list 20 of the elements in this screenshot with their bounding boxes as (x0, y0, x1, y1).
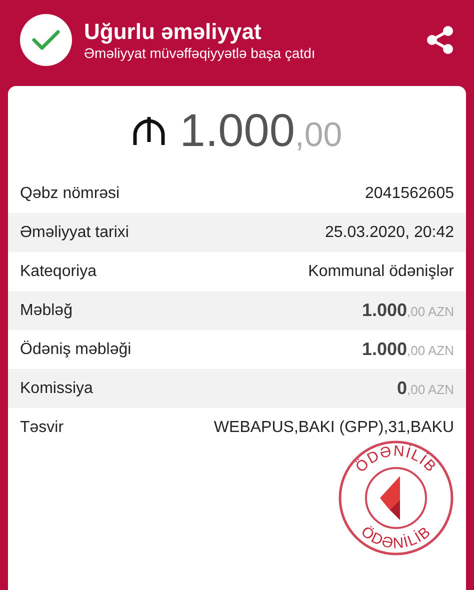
row-label: Kateqoriya (20, 262, 96, 282)
row-value: 2041562605 (365, 184, 454, 204)
row-label: Əməliyyat tarixi (20, 222, 129, 242)
row-value: Kommunal ödənişlər (308, 262, 454, 282)
row-label: Məbləğ (20, 300, 72, 320)
manat-icon (132, 115, 166, 145)
header-title: Uğurlu əməliyyat (84, 18, 262, 45)
row-label: Təsvir (20, 418, 64, 438)
header-subtitle: Əməliyyat müvəffəqiyyətlə başa çatdı (84, 45, 316, 62)
row-value: 25.03.2020, 20:42 (324, 222, 454, 242)
row-label: Qəbz nömrəsi (20, 184, 120, 204)
total-amount: 1.000,00 (180, 102, 342, 158)
row-value: WEBAPUS,BAKI (GPP),31,BAKU (214, 418, 454, 438)
amount-value: 1.000,00 AZN (362, 338, 454, 361)
success-check-icon (20, 14, 72, 66)
amount-value: 1.000,00 AZN (362, 299, 454, 322)
row-label: Ödəniş məbləği (20, 340, 132, 360)
share-icon[interactable] (426, 25, 454, 55)
amount-value: 0,00 AZN (397, 377, 454, 400)
row-label: Komissiya (20, 378, 93, 398)
